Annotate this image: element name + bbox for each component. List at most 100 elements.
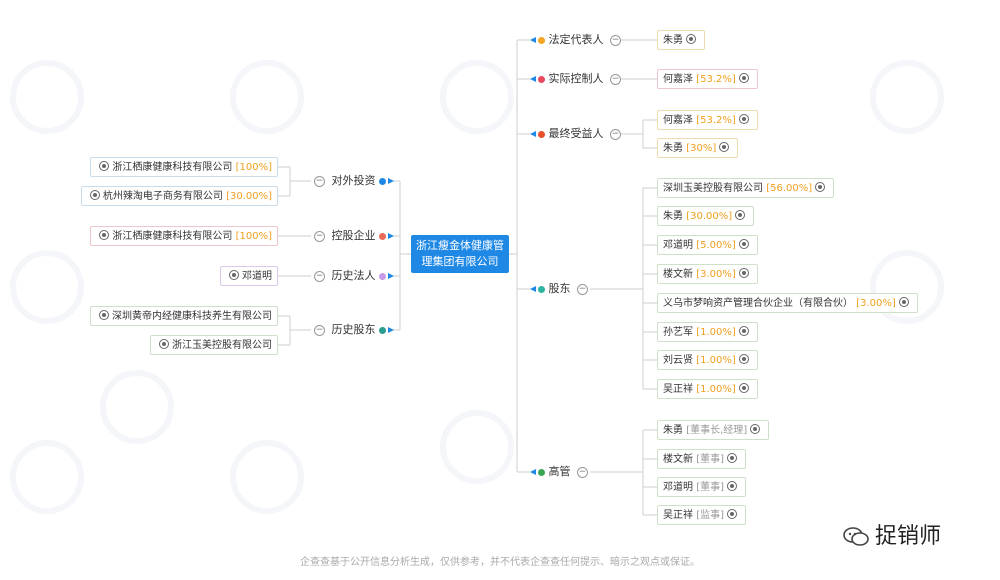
- company-name: 深圳黄帝内经健康科技养生有限公司: [112, 311, 272, 322]
- category-label: 股东: [548, 282, 571, 295]
- shareholder-node[interactable]: 义乌市梦响资产管理合伙企业（有限合伙） [3.00%]: [657, 293, 918, 313]
- history-shareholder-node[interactable]: 浙江玉美控股有限公司: [150, 335, 278, 355]
- category-label: 历史股东: [331, 323, 376, 336]
- executive-node[interactable]: 楼文新 [董事]: [657, 449, 746, 469]
- expand-icon[interactable]: [727, 509, 737, 519]
- expand-icon[interactable]: [159, 339, 169, 349]
- category-beneficiary[interactable]: 最终受益人 −: [530, 126, 624, 142]
- expand-icon[interactable]: [735, 210, 746, 220]
- person-name: 朱勇: [663, 35, 683, 46]
- executive-role: [董事]: [696, 454, 724, 465]
- expand-icon[interactable]: [898, 297, 909, 307]
- shareholder-name: 孙艺军: [663, 327, 693, 338]
- category-actual-controller[interactable]: 实际控制人 −: [530, 71, 624, 87]
- shareholder-name: 邓道明: [663, 240, 693, 251]
- beneficiary-node[interactable]: 何嘉泽 [53.2%]: [657, 110, 758, 130]
- executive-name: 朱勇: [663, 425, 683, 436]
- expand-icon[interactable]: [727, 453, 737, 463]
- shareholder-node[interactable]: 朱勇 [30.00%]: [657, 206, 755, 226]
- collapse-icon[interactable]: −: [577, 283, 588, 295]
- collapse-icon[interactable]: −: [314, 230, 325, 242]
- expand-icon[interactable]: [727, 481, 737, 491]
- shareholder-node[interactable]: 邓道明 [5.00%]: [657, 235, 758, 255]
- right-arrow-icon: [388, 327, 394, 333]
- company-name: 浙江瘦金体健康管理集团有限公司: [416, 239, 504, 268]
- shareholder-name: 朱勇: [663, 211, 683, 222]
- shareholder-name: 义乌市梦响资产管理合伙企业（有限合伙）: [663, 298, 853, 309]
- history-legal-node[interactable]: 邓道明: [220, 266, 278, 286]
- expand-icon[interactable]: [99, 161, 110, 171]
- person-name: 邓道明: [242, 271, 272, 282]
- category-investments[interactable]: − 对外投资: [311, 173, 394, 189]
- share-percent: [100%]: [235, 231, 272, 242]
- expand-icon[interactable]: [738, 114, 749, 124]
- collapse-icon[interactable]: −: [577, 466, 588, 478]
- shareholder-node[interactable]: 深圳玉美控股有限公司 [56.00%]: [657, 178, 835, 198]
- investment-node[interactable]: 杭州辣淘电子商务有限公司 [30.00%]: [80, 186, 278, 206]
- category-label: 控股企业: [331, 229, 376, 242]
- dot-icon: [538, 130, 545, 138]
- brand-name: 捉销师: [875, 524, 942, 549]
- category-holding[interactable]: − 控股企业: [311, 228, 394, 244]
- category-executives[interactable]: 高管 −: [530, 464, 591, 480]
- executive-node[interactable]: 吴正祥 [监事]: [657, 505, 746, 525]
- share-percent: [1.00%]: [696, 384, 736, 395]
- expand-icon[interactable]: [738, 383, 749, 393]
- expand-icon[interactable]: [686, 34, 696, 44]
- history-shareholder-node[interactable]: 深圳黄帝内经健康科技养生有限公司: [90, 306, 278, 326]
- dot-icon: [538, 468, 545, 476]
- collapse-icon[interactable]: −: [610, 128, 621, 140]
- shareholder-node[interactable]: 孙艺军 [1.00%]: [657, 322, 758, 342]
- executive-node[interactable]: 朱勇 [董事长,经理]: [657, 420, 770, 440]
- category-history-shareholders[interactable]: − 历史股东: [311, 322, 394, 338]
- category-legal-rep[interactable]: 法定代表人 −: [530, 32, 624, 48]
- right-arrow-icon: [388, 273, 394, 279]
- shareholder-node[interactable]: 吴正祥 [1.00%]: [657, 379, 758, 399]
- expand-icon[interactable]: [99, 230, 110, 240]
- expand-icon[interactable]: [738, 239, 749, 249]
- share-percent: [56.00%]: [766, 183, 813, 194]
- expand-icon[interactable]: [750, 424, 761, 434]
- shareholder-name: 吴正祥: [663, 384, 693, 395]
- expand-icon[interactable]: [738, 354, 749, 364]
- collapse-icon[interactable]: −: [314, 324, 325, 336]
- left-arrow-icon: [530, 76, 536, 82]
- share-percent: [30%]: [686, 143, 717, 154]
- category-history-legal[interactable]: − 历史法人: [311, 268, 394, 284]
- right-arrow-icon: [388, 233, 394, 239]
- executive-name: 楼文新: [663, 454, 693, 465]
- company-name: 浙江栖康健康科技有限公司: [112, 162, 233, 173]
- dot-icon: [538, 285, 545, 293]
- expand-icon[interactable]: [815, 182, 826, 192]
- left-arrow-icon: [530, 469, 536, 475]
- category-label: 最终受益人: [548, 127, 604, 140]
- expand-icon[interactable]: [738, 73, 749, 83]
- category-shareholders[interactable]: 股东 −: [530, 281, 591, 297]
- investment-node[interactable]: 浙江栖康健康科技有限公司 [100%]: [90, 157, 278, 177]
- share-percent: [3.00%]: [696, 269, 736, 280]
- company-node[interactable]: 浙江瘦金体健康管理集团有限公司: [411, 235, 509, 273]
- collapse-icon[interactable]: −: [314, 270, 325, 282]
- collapse-icon[interactable]: −: [314, 175, 325, 187]
- person-name: 何嘉泽: [663, 74, 693, 85]
- expand-icon[interactable]: [738, 326, 749, 336]
- collapse-icon[interactable]: −: [610, 34, 621, 46]
- executive-role: [监事]: [696, 510, 724, 521]
- actual-controller-node[interactable]: 何嘉泽 [53.2%]: [657, 69, 758, 89]
- executive-node[interactable]: 邓道明 [董事]: [657, 477, 746, 497]
- legal-rep-node[interactable]: 朱勇: [657, 30, 705, 50]
- expand-icon[interactable]: [719, 142, 730, 152]
- expand-icon[interactable]: [89, 190, 100, 200]
- connector-lines: [278, 39, 657, 516]
- expand-icon[interactable]: [738, 268, 749, 278]
- expand-icon[interactable]: [229, 270, 239, 280]
- shareholder-node[interactable]: 楼文新 [3.00%]: [657, 264, 758, 284]
- shareholder-node[interactable]: 刘云贤 [1.00%]: [657, 350, 758, 370]
- beneficiary-node[interactable]: 朱勇 [30%]: [657, 138, 739, 158]
- category-label: 法定代表人: [548, 33, 604, 46]
- collapse-icon[interactable]: −: [610, 73, 621, 85]
- share-percent: [1.00%]: [696, 327, 736, 338]
- expand-icon[interactable]: [99, 310, 109, 320]
- holding-node[interactable]: 浙江栖康健康科技有限公司 [100%]: [90, 226, 278, 246]
- share-percent: [1.00%]: [696, 355, 736, 366]
